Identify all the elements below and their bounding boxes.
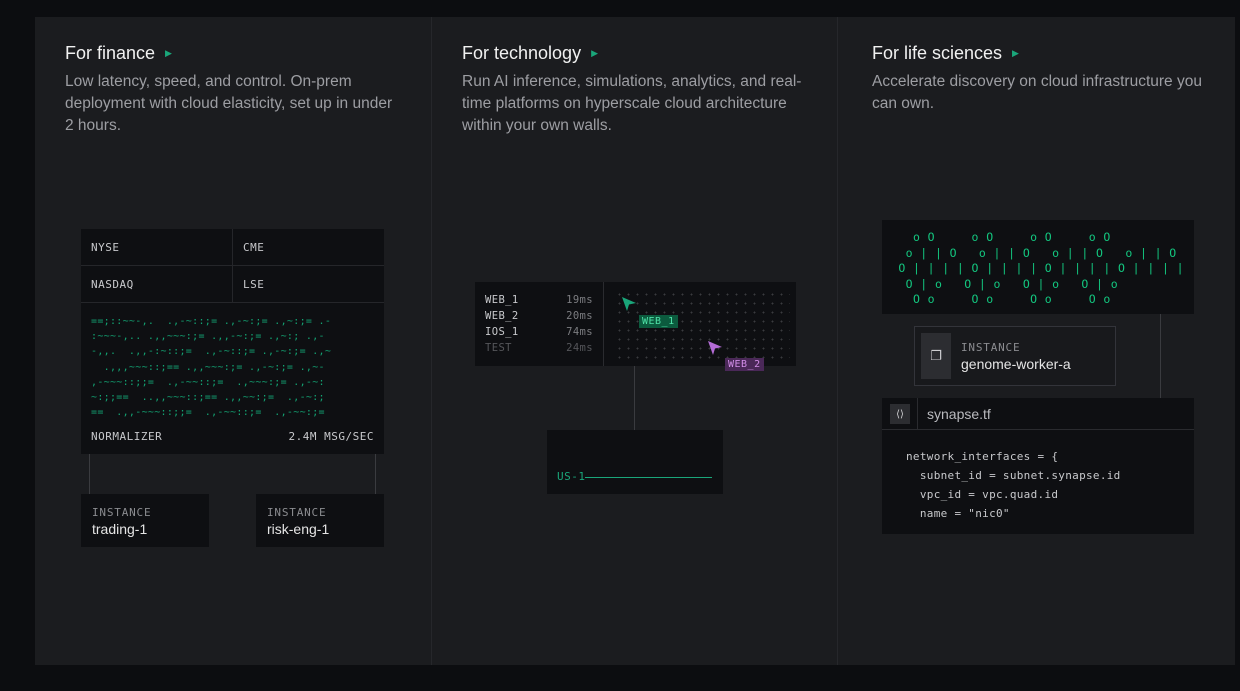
code-body: network_interfaces = { subnet_id = subne… xyxy=(906,450,1121,520)
code-file-header: ⟨⟩ synapse.tf xyxy=(882,398,1194,430)
file-name: synapse.tf xyxy=(927,406,991,422)
life-sciences-description: Accelerate discovery on cloud infrastruc… xyxy=(872,73,1202,112)
instance-genome-worker-a[interactable]: ❐ INSTANCE genome-worker-a xyxy=(914,326,1116,386)
normalizer-rate: 2.4M MSG/SEC xyxy=(288,430,374,443)
finance-description: Low latency, speed, and control. On-prem… xyxy=(65,73,393,134)
exchange-cme: CME xyxy=(243,241,265,254)
latency-row: TEST 24ms xyxy=(485,342,593,354)
instance-risk-eng-1[interactable]: INSTANCE risk-eng-1 xyxy=(256,494,384,547)
dna-strand: o O o O o O o O o | | O o | | O o | | O … xyxy=(898,230,1184,306)
normalizer-label: NORMALIZER xyxy=(91,430,163,443)
region-label: US-1 xyxy=(557,470,586,483)
normalizer-card: NYSE CME NASDAQ LSE ==;::~~-,. .,-~::;= … xyxy=(81,229,384,454)
play-arrow-icon: ▶ xyxy=(591,47,598,58)
technology-column: For technology ▶ Run AI inference, simul… xyxy=(431,17,837,665)
play-arrow-icon: ▶ xyxy=(1012,47,1019,58)
cursor-arrow-icon xyxy=(622,297,636,311)
copy-icon: ❐ xyxy=(921,333,951,379)
tag-web-2: WEB_2 xyxy=(725,358,764,371)
exchange-nyse: NYSE xyxy=(91,241,120,254)
latency-row: IOS_1 74ms xyxy=(485,326,593,338)
technology-title[interactable]: For technology ▶ xyxy=(462,43,802,63)
finance-column: For finance ▶ Low latency, speed, and co… xyxy=(35,17,431,665)
life-sciences-column: For life sciences ▶ Accelerate discovery… xyxy=(837,17,1235,665)
cursor-arrow-icon xyxy=(708,341,722,355)
code-card: ⟨⟩ synapse.tf network_interfaces = { sub… xyxy=(882,398,1194,534)
dna-card: o O o O o O o O o | | O o | | O o | | O … xyxy=(882,220,1194,314)
instance-trading-1[interactable]: INSTANCE trading-1 xyxy=(81,494,209,547)
latency-card: WEB_1 19ms WEB_2 20ms IOS_1 74ms TEST 24… xyxy=(475,282,796,371)
data-stream: ==;::~~-,. .,-~::;= .,-~:;= .,~:;= .- :~… xyxy=(91,316,332,419)
play-arrow-icon: ▶ xyxy=(165,47,172,58)
tag-web-1: WEB_1 xyxy=(639,315,678,328)
latency-row: WEB_2 20ms xyxy=(485,310,593,322)
file-code-icon: ⟨⟩ xyxy=(890,404,910,424)
exchange-nasdaq: NASDAQ xyxy=(91,278,134,291)
exchange-lse: LSE xyxy=(243,278,265,291)
region-card: US-1 xyxy=(547,430,723,494)
finance-title[interactable]: For finance ▶ xyxy=(65,43,405,63)
technology-description: Run AI inference, simulations, analytics… xyxy=(462,73,802,134)
industries-panel: For finance ▶ Low latency, speed, and co… xyxy=(35,17,1235,665)
life-sciences-title[interactable]: For life sciences ▶ xyxy=(872,43,1212,63)
latency-row: WEB_1 19ms xyxy=(485,294,593,306)
